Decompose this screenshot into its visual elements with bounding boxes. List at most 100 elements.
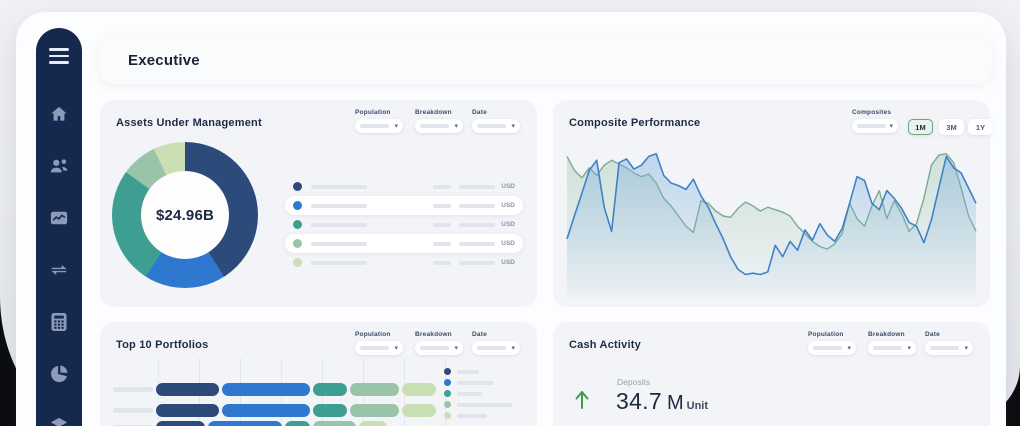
select-value-skeleton [360,124,389,128]
home-icon [49,104,69,124]
top10-card-title: Top 10 Portfolios [116,339,208,351]
population-select[interactable]: ▾ [355,119,403,133]
chevron-down-icon: ▾ [964,345,968,352]
breakdown-filter-label: Breakdown [415,331,463,338]
date-filter: Date▾ [472,109,520,133]
date-filter: Date▾ [472,331,520,355]
legend-dot [293,220,302,229]
bar-segment [359,421,388,426]
deposits-unit-label: Unit [687,400,708,412]
top10-legend-item[interactable] [444,377,512,388]
population-select[interactable]: ▾ [355,341,403,355]
population-select[interactable]: ▾ [808,341,856,355]
breakdown-select[interactable]: ▾ [868,341,916,355]
aum-legend-row[interactable]: USD [285,215,523,234]
population-filter-label: Population [808,331,856,338]
bar-segment [222,404,310,417]
top10-legend-item[interactable] [444,388,512,399]
deposits-up-arrow-icon [573,388,591,410]
top10-legend-item[interactable] [444,366,512,377]
bar-segment [313,404,347,417]
select-value-skeleton [477,346,506,350]
top10-legend-item[interactable] [444,399,512,410]
legend-dot [293,258,302,267]
aum-legend-row[interactable]: USD [285,253,523,272]
breakdown-filter-label: Breakdown [868,331,916,338]
chevron-down-icon: ▾ [847,345,851,352]
bar-segment [402,383,436,396]
bar-track [156,421,387,426]
select-value-skeleton [360,346,389,350]
date-select[interactable]: ▾ [472,341,520,355]
legend-dot [444,390,451,397]
legend-currency-label: USD [501,202,515,209]
population-filter: Population ▾ [808,331,856,355]
select-value-skeleton [420,346,449,350]
portfolio-bar-row [113,421,387,426]
sidebar-item-calculator[interactable] [47,310,71,334]
menu-icon[interactable] [47,44,71,68]
layers-icon [49,416,69,426]
legend-name-skeleton [457,392,482,396]
legend-dot [444,368,451,375]
aum-total-value: $24.96B [156,207,214,224]
legend-dot [444,379,451,386]
legend-value-skeleton [459,185,495,189]
aum-legend-row[interactable]: USD [285,177,523,196]
bar-segment [156,383,219,396]
aum-legend-row[interactable]: USD [285,196,523,215]
top10-legend-item[interactable] [444,410,512,421]
sidebar-item-home[interactable] [47,102,71,126]
legend-value-skeleton [459,242,495,246]
select-value-skeleton [813,346,842,350]
header-bar: Executive [100,36,992,84]
legend-amount-skeleton [433,204,451,208]
sidebar-item-clients[interactable] [47,154,71,178]
breakdown-select[interactable]: ▾ [415,119,463,133]
range-button-1y[interactable]: 1Y [968,119,993,135]
top10-legend [444,366,512,421]
breakdown-filter: Breakdown ▾ [868,331,916,355]
breakdown-select[interactable]: ▾ [415,341,463,355]
sidebar-item-layers[interactable] [47,414,71,426]
sidebar [36,28,82,426]
range-button-1m[interactable]: 1M [908,119,933,135]
legend-amount-skeleton [433,223,451,227]
page-title: Executive [100,52,200,69]
sidebar-item-allocation[interactable] [47,362,71,386]
aum-donut: $24.96B [112,142,258,288]
sidebar-item-transfers[interactable] [47,258,71,282]
deposits-value-row: 34.7 M Unit [616,388,708,415]
composites-filter: Composites ▾ [852,109,898,133]
aum-legend-row[interactable]: USD [285,234,523,253]
composites-select[interactable]: ▾ [852,119,898,133]
composite-card-title: Composite Performance [569,117,700,129]
legend-dot [293,239,302,248]
date-select[interactable]: ▾ [925,341,973,355]
date-select[interactable]: ▾ [472,119,520,133]
chevron-down-icon: ▾ [454,345,458,352]
bar-segment [402,404,436,417]
legend-value-skeleton [459,223,495,227]
select-value-skeleton [420,124,449,128]
legend-amount-skeleton [433,185,451,189]
bar-segment [156,421,205,426]
select-value-skeleton [857,124,886,128]
cash-card: Cash Activity Deposits 34.7 M Unit Popul… [553,322,990,426]
population-filter-label: Population [355,109,403,116]
legend-dot [444,401,451,408]
population-filter: Population ▾ [355,331,403,355]
portfolio-bar-row [113,404,436,417]
bar-segment [285,421,311,426]
legend-name-skeleton [311,223,367,227]
bar-segment [350,383,399,396]
legend-name-skeleton [457,370,479,374]
aum-donut-hole: $24.96B [141,171,229,259]
range-button-3m[interactable]: 3M [939,119,964,135]
legend-name-skeleton [311,185,367,189]
portfolio-chart-icon [49,209,69,227]
chevron-down-icon: ▾ [454,123,458,130]
population-filter-label: Population [355,331,403,338]
sidebar-item-portfolios[interactable] [47,206,71,230]
bar-track [156,383,436,396]
